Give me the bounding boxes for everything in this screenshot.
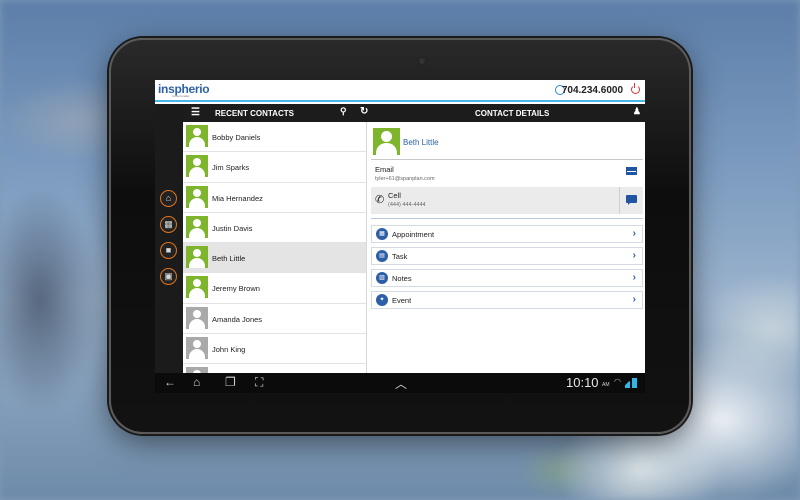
divider <box>371 218 643 219</box>
tablet-screen: inspherio connect smarter 704.234.6000 ⌂… <box>155 80 645 393</box>
phone-number[interactable]: 704.234.6000 <box>562 85 623 96</box>
sms-icon[interactable] <box>626 195 637 205</box>
avatar <box>186 276 208 299</box>
header-bar: ☰ RECENT CONTACTS ⚲ ↻ CONTACT DETAILS ♟ <box>183 104 645 122</box>
list-item[interactable]: Jim Sparks <box>183 152 366 183</box>
clock-ampm: AM <box>602 382 610 388</box>
cell-label: Cell <box>388 191 401 200</box>
contact-details-title: CONTACT DETAILS <box>475 109 550 118</box>
chevron-right-icon: › <box>632 294 636 305</box>
avatar <box>186 306 208 329</box>
cell-value: (444) 444-4444 <box>388 202 426 208</box>
recent-apps-icon[interactable]: ❐ <box>225 375 236 389</box>
mail-icon[interactable] <box>626 167 637 175</box>
list-item[interactable]: Amanda Jones <box>183 304 366 335</box>
app-logo: inspherio connect smarter <box>158 82 210 98</box>
avatar <box>186 125 208 147</box>
cell-row[interactable]: ✆ Cell (444) 444-4444 <box>371 187 643 214</box>
email-row[interactable]: Email tyler+61@spanplan.com <box>371 161 643 185</box>
event-icon: ✦ <box>376 294 388 306</box>
app-bar: inspherio connect smarter 704.234.6000 <box>155 80 645 102</box>
avatar <box>186 155 208 178</box>
contact-name: Beth Little <box>403 138 439 147</box>
avatar <box>186 246 208 269</box>
recent-contacts-list: Bobby Daniels Jim Sparks Mia Hernandez J… <box>183 122 367 373</box>
list-item[interactable]: Jeremy Brown <box>183 273 366 304</box>
signal-icon <box>625 378 630 388</box>
contact-avatar <box>373 128 400 155</box>
person-icon[interactable]: ♟ <box>633 106 641 117</box>
recent-contacts-title: RECENT CONTACTS <box>215 109 294 118</box>
list-item[interactable]: Justin Davis <box>183 213 366 244</box>
screenshot-icon[interactable]: ⛶ <box>255 375 263 390</box>
wifi-icon: ◠ <box>614 377 621 386</box>
home-icon[interactable]: ⌂ <box>160 190 177 207</box>
list-item[interactable]: Mia Hernandez <box>183 183 366 213</box>
battery-icon <box>632 378 637 388</box>
system-nav-bar: ← ⌂ ❐ ⛶ ︿ 10:10 AM ◠ <box>155 373 645 393</box>
menu-icon[interactable]: ☰ <box>191 107 200 118</box>
list-item[interactable]: Bobby Daniels <box>183 122 366 153</box>
email-value: tyler+61@spanplan.com <box>375 176 435 182</box>
notes-icon: ▧ <box>376 272 388 284</box>
avatar <box>186 215 208 238</box>
task-button[interactable]: ▤ Task › <box>371 247 643 265</box>
event-button[interactable]: ✦ Event › <box>371 291 643 309</box>
calendar-icon: ▦ <box>376 228 388 240</box>
back-icon[interactable]: ← <box>164 375 176 389</box>
calendar-icon[interactable]: ▦ <box>160 216 177 233</box>
chevron-right-icon: › <box>632 272 636 283</box>
chevron-right-icon: › <box>632 250 636 261</box>
avatar <box>186 185 208 208</box>
email-label: Email <box>375 165 394 174</box>
list-item-selected[interactable]: Beth Little <box>183 243 366 274</box>
save-icon[interactable]: ▣ <box>160 268 177 285</box>
divider <box>619 187 620 214</box>
chevron-up-icon[interactable]: ︿ <box>395 375 407 392</box>
avatar <box>186 337 208 360</box>
contacts-icon[interactable]: ■ <box>160 242 177 259</box>
chevron-right-icon: › <box>632 228 636 239</box>
list-item[interactable] <box>183 364 366 373</box>
search-icon[interactable]: ⚲ <box>340 106 347 117</box>
appointment-button[interactable]: ▦ Appointment › <box>371 225 643 243</box>
front-camera <box>419 58 425 64</box>
notes-button[interactable]: ▧ Notes › <box>371 269 643 287</box>
phone-handset-icon[interactable]: ✆ <box>375 193 384 206</box>
clock-time[interactable]: 10:10 <box>566 375 599 390</box>
home-nav-icon[interactable]: ⌂ <box>193 375 200 389</box>
task-icon: ▤ <box>376 250 388 262</box>
power-icon[interactable] <box>631 83 640 94</box>
list-item[interactable]: John King <box>183 334 366 365</box>
divider <box>371 159 643 160</box>
left-nav-rail: ⌂ ▦ ■ ▣ <box>155 104 183 373</box>
refresh-icon[interactable]: ↻ <box>360 106 368 117</box>
contact-details-pane: Beth Little Email tyler+61@spanplan.com … <box>368 122 645 373</box>
